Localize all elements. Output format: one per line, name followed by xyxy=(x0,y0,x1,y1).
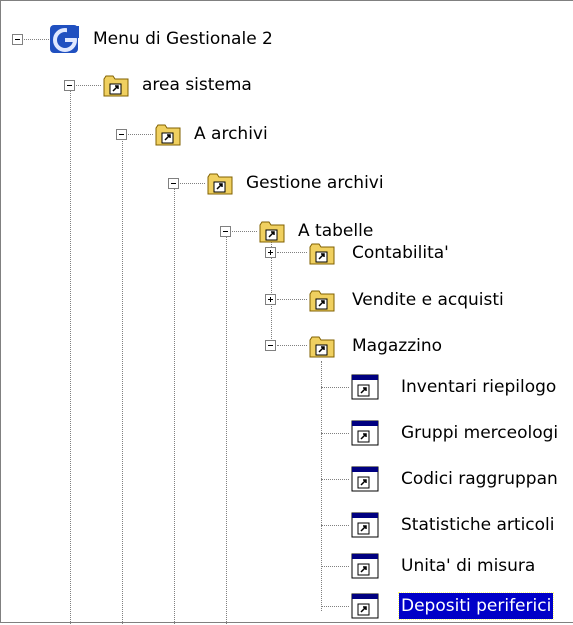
menu-tree-view[interactable]: Menu di Gestionale 2 area sistema A arch… xyxy=(0,0,573,624)
tree-line xyxy=(180,183,205,184)
tree-node[interactable]: area sistema xyxy=(140,72,254,98)
tree-node[interactable]: Codici raggruppan xyxy=(399,466,560,492)
collapse-toggle[interactable] xyxy=(220,226,231,237)
folder-shortcut-icon xyxy=(205,168,235,198)
tree-line xyxy=(321,433,349,434)
window-shortcut-icon xyxy=(350,551,380,581)
tree-line xyxy=(226,231,227,624)
folder-shortcut-icon xyxy=(257,216,287,246)
tree-line xyxy=(174,183,175,624)
tree-line xyxy=(122,134,123,624)
tree-line xyxy=(128,134,153,135)
folder-shortcut-icon xyxy=(307,285,337,315)
tree-node-selected[interactable]: Depositi periferici xyxy=(397,592,555,620)
tree-node[interactable]: A archivi xyxy=(192,121,270,147)
folder-shortcut-icon xyxy=(153,119,183,149)
folder-shortcut-icon xyxy=(101,70,131,100)
tree-line xyxy=(277,299,307,300)
collapse-toggle[interactable] xyxy=(265,340,276,351)
window-shortcut-icon xyxy=(350,418,380,448)
window-shortcut-icon xyxy=(350,591,380,621)
tree-line xyxy=(321,361,322,611)
tree-line xyxy=(321,525,349,526)
tree-node[interactable]: Magazzino xyxy=(350,333,444,359)
expand-toggle[interactable] xyxy=(265,294,276,305)
tree-line xyxy=(232,231,257,232)
tree-line xyxy=(76,85,101,86)
tree-line xyxy=(24,39,49,40)
folder-shortcut-icon xyxy=(307,238,337,268)
window-shortcut-icon xyxy=(350,510,380,540)
tree-node[interactable]: Vendite e acquisti xyxy=(350,287,506,313)
tree-line xyxy=(321,606,349,607)
tree-node[interactable]: Contabilita' xyxy=(350,240,451,266)
window-shortcut-icon xyxy=(350,372,380,402)
tree-node-root[interactable]: Menu di Gestionale 2 xyxy=(91,26,275,52)
tree-line xyxy=(70,85,71,624)
tree-node[interactable]: Unita' di misura xyxy=(399,553,537,579)
tree-line xyxy=(321,566,349,567)
tree-node[interactable]: Statistiche articoli xyxy=(399,512,556,538)
collapse-toggle-root[interactable] xyxy=(12,34,23,45)
collapse-toggle[interactable] xyxy=(116,129,127,140)
window-shortcut-icon xyxy=(350,464,380,494)
tree-line xyxy=(277,345,307,346)
tree-node[interactable]: Gruppi merceologi xyxy=(399,420,560,446)
collapse-toggle[interactable] xyxy=(64,80,75,91)
tree-line xyxy=(321,387,349,388)
collapse-toggle[interactable] xyxy=(168,178,179,189)
tree-node[interactable]: Gestione archivi xyxy=(244,170,386,196)
expand-toggle[interactable] xyxy=(265,247,276,258)
app-logo-icon xyxy=(49,24,79,54)
tree-line xyxy=(321,479,349,480)
folder-shortcut-icon xyxy=(307,331,337,361)
tree-line xyxy=(277,252,307,253)
tree-node[interactable]: Inventari riepilogo xyxy=(399,374,558,400)
